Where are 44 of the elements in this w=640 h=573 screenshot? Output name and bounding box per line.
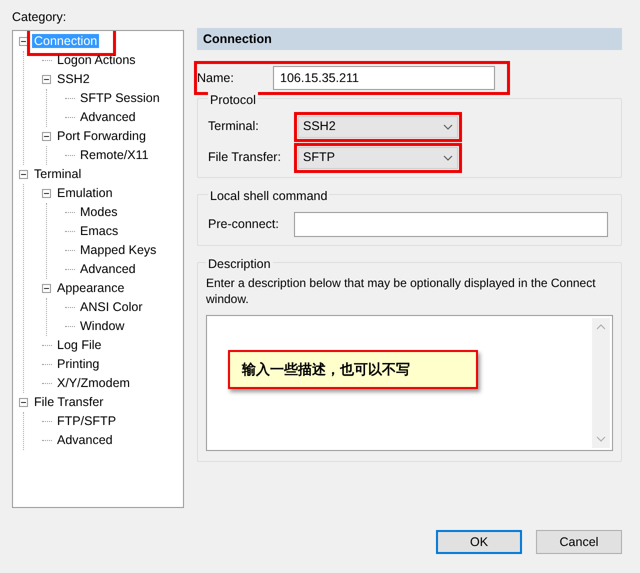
file-transfer-label: File Transfer:	[208, 149, 282, 166]
dialog-button[interactable]: Cancel	[536, 530, 622, 554]
collapse-icon[interactable]	[42, 132, 51, 141]
chevron-down-icon	[443, 124, 453, 130]
pre-connect-field[interactable]	[294, 212, 608, 236]
category-label: Category:	[12, 9, 68, 26]
tree-item[interactable]: X/Y/Zmodem	[55, 376, 132, 390]
tree-item[interactable]: FTP/SFTP	[55, 414, 118, 428]
tree-item[interactable]: Remote/X11	[78, 148, 151, 162]
tree-item[interactable]: SSH2	[55, 72, 92, 86]
tree-item[interactable]: Modes	[78, 205, 120, 220]
tree-item[interactable]: Mapped Keys	[78, 243, 158, 258]
terminal-label: Terminal:	[208, 118, 260, 136]
description-hint: Enter a description below that may be optionally displayed in the Connect window.	[206, 275, 597, 308]
dropdown[interactable]: SFTP	[298, 146, 458, 169]
callout: 输入一些描述，也可以不写	[228, 350, 478, 390]
tree-item[interactable]: File Transfer	[32, 395, 106, 410]
pre-connect-label: Pre-connect:	[208, 216, 280, 233]
name-label: Name:	[197, 70, 235, 87]
tree-item[interactable]: Terminal	[32, 167, 84, 182]
tree-item[interactable]: Emulation	[55, 186, 115, 200]
chevron-down-icon	[443, 154, 453, 161]
panel-header: Connection	[197, 28, 622, 50]
tree-item[interactable]: Log File	[55, 338, 104, 352]
tree-item[interactable]: Advanced	[78, 110, 138, 124]
tree-item[interactable]: SFTP Session	[78, 91, 162, 106]
tree-item[interactable]: Logon Actions	[55, 53, 138, 68]
tree-item[interactable]: Emacs	[78, 224, 120, 238]
collapse-icon[interactable]	[42, 284, 51, 293]
collapse-icon[interactable]	[42, 189, 51, 198]
description-field[interactable]: 输入一些描述，也可以不写	[206, 315, 613, 452]
tree-item[interactable]: Window	[78, 319, 126, 334]
tree-item[interactable]: ANSI Color	[78, 300, 145, 314]
collapse-icon[interactable]	[19, 170, 28, 179]
tree-item[interactable]: Advanced	[55, 433, 115, 448]
tree-item[interactable]: Port Forwarding	[55, 129, 148, 144]
dropdown[interactable]: SSH2	[298, 116, 458, 138]
collapse-icon[interactable]	[42, 75, 51, 84]
tree-item[interactable]: Printing	[55, 357, 102, 372]
collapse-icon[interactable]	[19, 398, 28, 407]
dialog-button[interactable]: OK	[436, 530, 522, 554]
name-field[interactable]: 106.15.35.211	[273, 66, 495, 90]
tree-item[interactable]: Appearance	[55, 281, 126, 296]
tree-item[interactable]: Advanced	[78, 262, 138, 276]
